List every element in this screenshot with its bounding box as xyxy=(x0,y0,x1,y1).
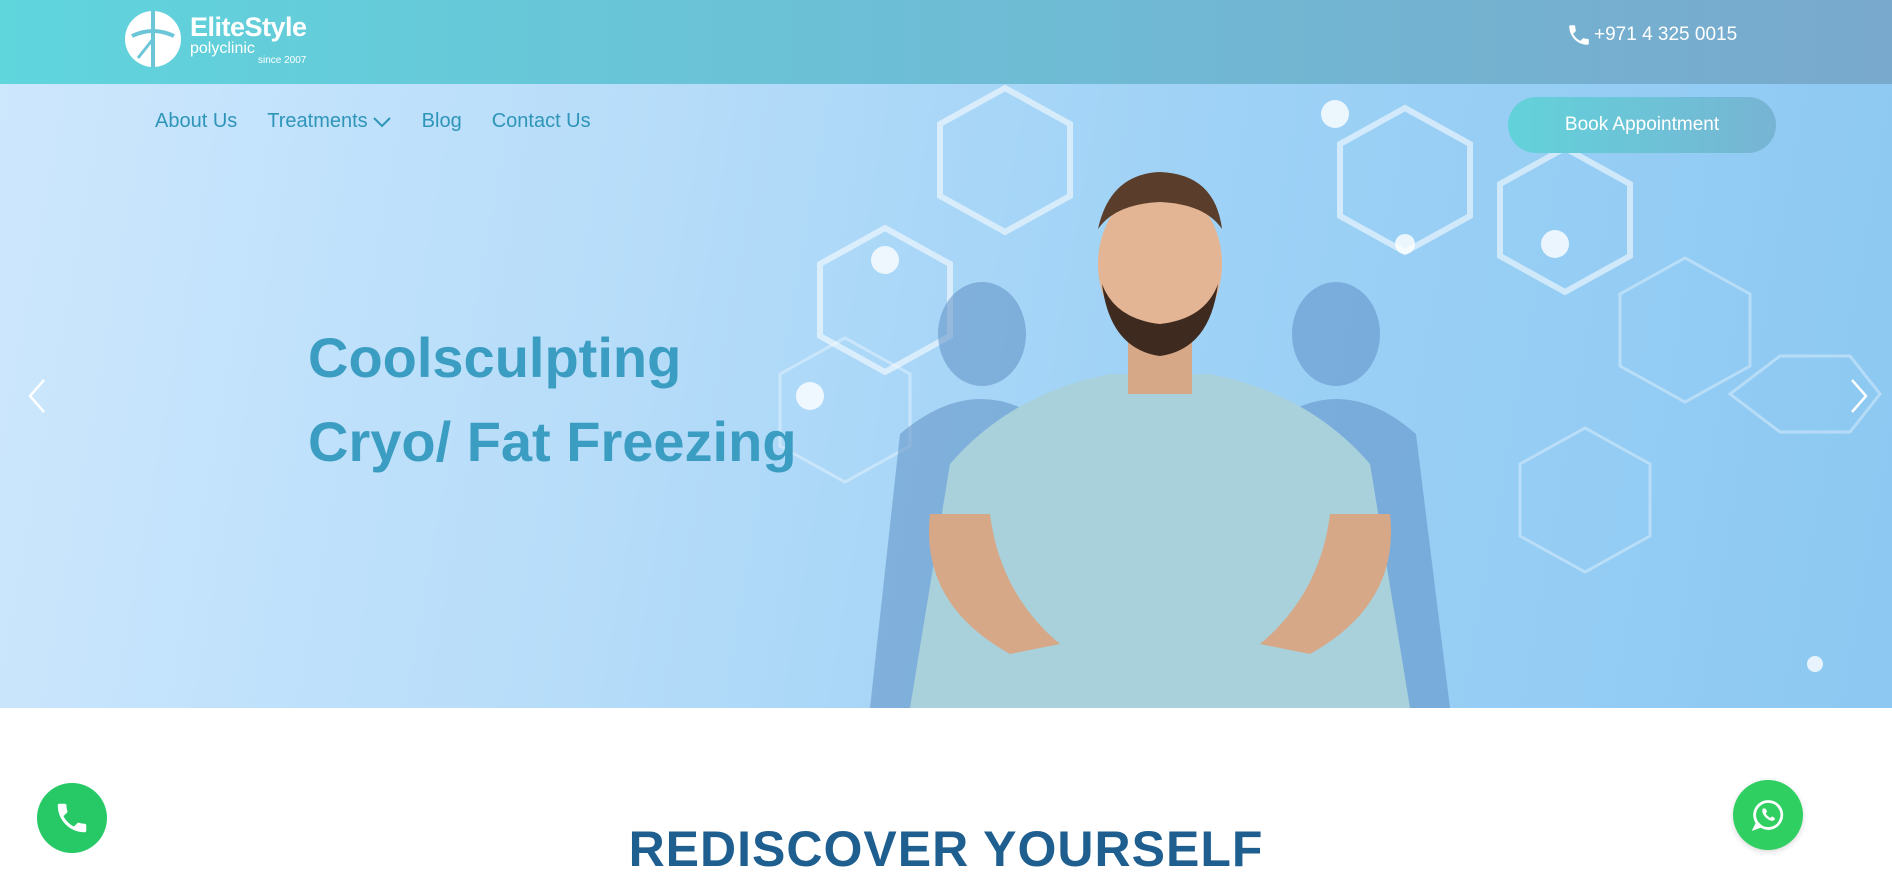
nav-contact-us-label: Contact Us xyxy=(491,110,591,132)
floating-call-button[interactable] xyxy=(37,783,107,853)
hero-slider: About Us Treatments Blog Contact Us Book… xyxy=(0,84,1892,708)
main-nav: About Us Treatments Blog Contact Us xyxy=(155,110,621,133)
nav-about-us[interactable]: About Us xyxy=(155,110,237,133)
chevron-left-icon[interactable] xyxy=(24,376,50,416)
header-phone-link[interactable]: +971 4 325 0015 xyxy=(1566,22,1737,48)
section-title: REDISCOVER YOURSELF xyxy=(628,821,1264,877)
whatsapp-icon xyxy=(1751,800,1784,832)
book-appointment-button[interactable]: Book Appointment xyxy=(1508,97,1776,153)
hero-headline-line2: Cryo/ Fat Freezing xyxy=(308,410,797,473)
nav-treatments-label: Treatments xyxy=(267,110,368,132)
nav-blog-label: Blog xyxy=(421,110,462,132)
logo[interactable]: EliteStyle polyclinic since 2007 xyxy=(124,8,324,70)
nav-treatments[interactable]: Treatments xyxy=(267,110,391,133)
top-bar: EliteStyle polyclinic since 2007 +971 4 … xyxy=(0,0,1892,84)
phone-icon xyxy=(1569,25,1589,45)
hero-person-image xyxy=(870,172,1450,708)
nav-blog[interactable]: Blog xyxy=(422,110,462,133)
nav-about-us-label: About Us xyxy=(155,110,238,132)
chevron-down-icon xyxy=(372,116,391,127)
nav-contact-us[interactable]: Contact Us xyxy=(492,110,591,133)
hero-headline: Coolsculpting Cryo/ Fat Freezing xyxy=(308,316,797,484)
chevron-right-icon[interactable] xyxy=(1846,376,1872,416)
logo-subtitle: polyclinic xyxy=(190,40,255,57)
logo-since: since 2007 xyxy=(258,55,307,66)
phone-number: +971 4 325 0015 xyxy=(1594,24,1738,45)
logo-name: EliteStyle xyxy=(190,12,307,42)
hero-headline-line1: Coolsculpting xyxy=(308,326,682,389)
floating-whatsapp-button[interactable] xyxy=(1733,780,1803,850)
logo-mark-icon xyxy=(125,11,181,67)
phone-icon xyxy=(57,803,87,833)
